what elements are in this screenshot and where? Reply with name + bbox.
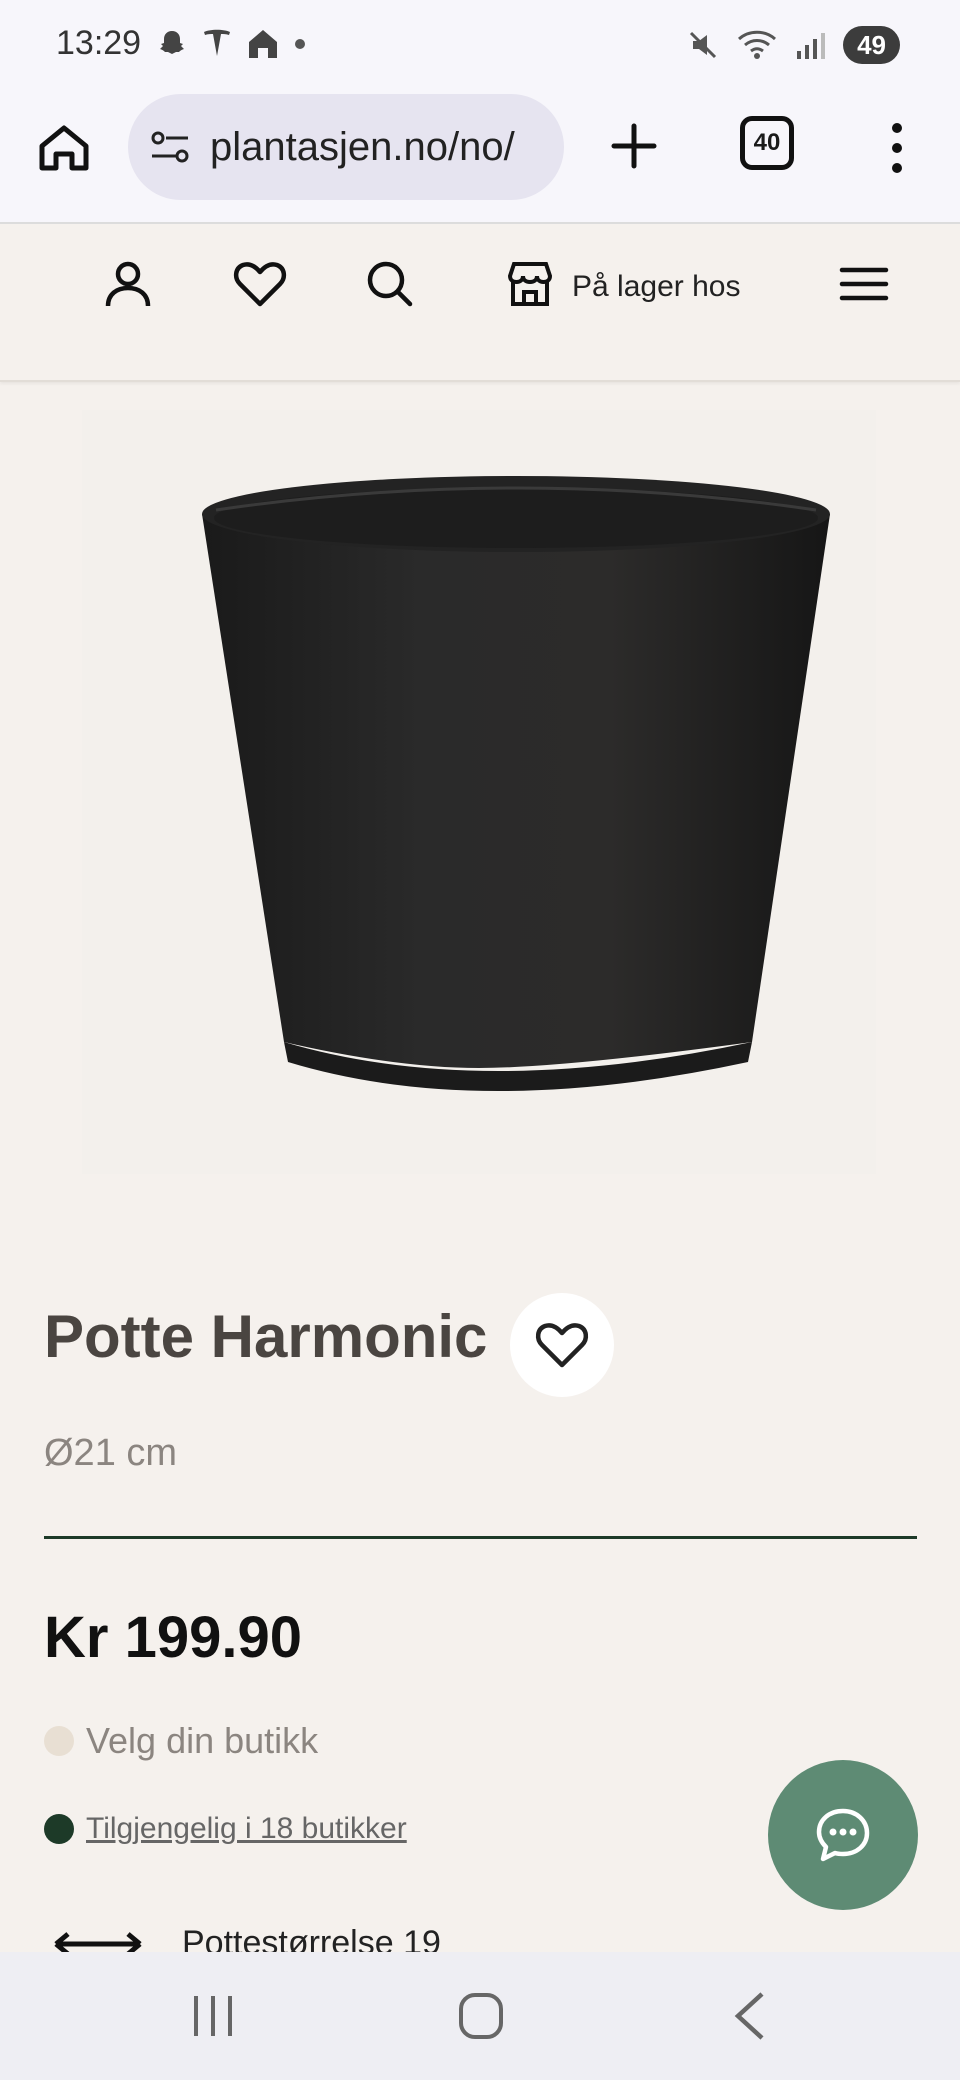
home-app-icon [249, 30, 277, 58]
site-settings-icon[interactable] [148, 124, 194, 170]
tab-switcher-button[interactable]: 40 [740, 116, 794, 170]
site-header: På lager hos [0, 224, 960, 382]
status-notification-icons [156, 28, 306, 60]
home-nav-icon[interactable] [458, 1992, 504, 2040]
wifi-icon [738, 30, 777, 59]
store-status-dot [44, 1726, 74, 1756]
availability-row[interactable]: Tilgjengelig i 18 butikker [44, 1812, 407, 1846]
favorite-button[interactable] [510, 1293, 614, 1397]
in-stock-label[interactable]: På lager hos [572, 270, 740, 304]
url-text: plantasjen.no/no/ [210, 124, 515, 169]
chat-button[interactable] [768, 1760, 918, 1910]
divider [44, 1536, 917, 1539]
url-bar[interactable]: plantasjen.no/no/ [128, 94, 564, 200]
select-store-row[interactable]: Velg din butikk [44, 1720, 318, 1762]
status-time: 13:29 [56, 24, 142, 62]
heart-icon [535, 1323, 589, 1368]
wishlist-heart-icon[interactable] [232, 256, 288, 312]
product-title: Potte Harmonic [44, 1303, 488, 1370]
new-tab-icon[interactable] [606, 118, 662, 174]
recent-apps-icon[interactable] [190, 1994, 236, 2038]
search-icon[interactable] [362, 256, 418, 312]
pot-illustration [202, 476, 830, 1091]
store-icon[interactable] [502, 256, 558, 312]
hamburger-menu-icon[interactable] [836, 256, 892, 312]
back-nav-icon[interactable] [732, 1990, 768, 2042]
product-image[interactable] [82, 410, 876, 1174]
signal-icon [797, 33, 826, 59]
dot-icon [295, 39, 305, 49]
browser-home-icon[interactable] [36, 120, 92, 176]
product-size: Ø21 cm [44, 1432, 178, 1474]
browser-menu-icon[interactable] [882, 120, 912, 176]
system-nav-bar [0, 1952, 960, 2080]
product-price: Kr 199.90 [44, 1605, 302, 1670]
status-system-icons: 49 [687, 26, 900, 64]
account-icon[interactable] [100, 256, 156, 312]
chat-icon [816, 1808, 870, 1862]
select-store-text[interactable]: Velg din butikk [86, 1720, 318, 1762]
availability-link[interactable]: Tilgjengelig i 18 butikker [86, 1812, 407, 1846]
mute-icon [690, 31, 717, 59]
snapchat-icon [160, 31, 184, 54]
battery-indicator: 49 [843, 26, 900, 64]
browser-toolbar: plantasjen.no/no/ 40 [0, 90, 960, 224]
tesla-icon [204, 29, 230, 56]
status-bar: 13:29 49 [0, 0, 960, 90]
available-dot [44, 1814, 74, 1844]
